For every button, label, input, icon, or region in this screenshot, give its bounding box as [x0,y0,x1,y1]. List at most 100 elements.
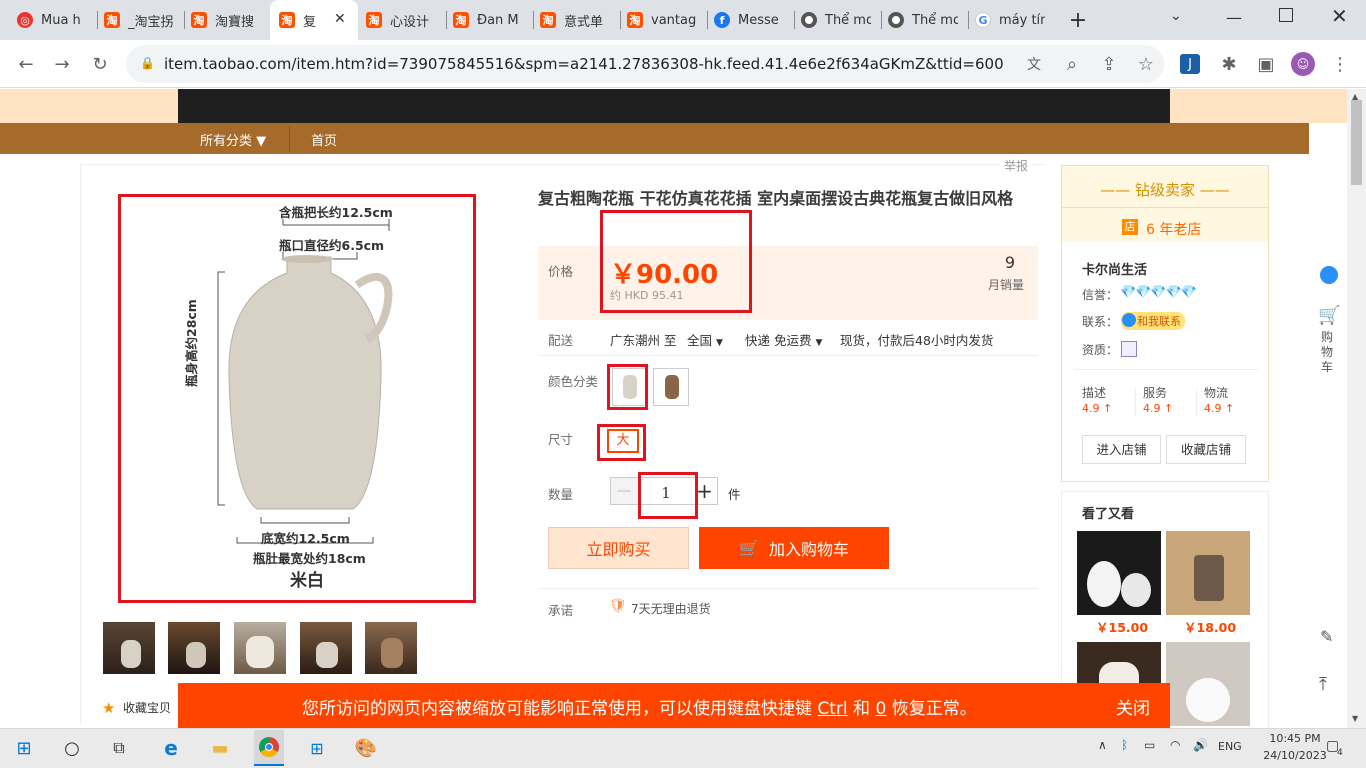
license-icon[interactable] [1121,341,1137,357]
cart-rail-icon[interactable]: 🛒 [1318,305,1340,326]
close-banner-button[interactable]: 关闭 [1116,694,1150,719]
quantity-unit: 件 [728,487,741,502]
edge-icon[interactable]: e [157,736,185,760]
tab[interactable]: 淘心设计 [366,7,436,33]
color-option-brown[interactable] [653,368,689,406]
tab[interactable]: 淘意式单 [540,7,610,33]
buy-now-button[interactable]: 立即购买 [548,527,689,569]
tab[interactable]: 淘淘寶搜 [191,7,261,33]
rating-name: 服务 [1143,386,1168,400]
feedback-icon[interactable]: ✎ [1320,627,1333,646]
cart-rail-label[interactable]: 购 物 车 [1321,330,1335,375]
recommend-item-1[interactable] [1077,531,1161,615]
favorite-link[interactable]: 收藏宝贝 [123,699,171,716]
enter-shop-button[interactable]: 进入店铺 [1082,435,1161,464]
chat-icon[interactable] [1320,266,1338,284]
menu-icon[interactable]: ⋮ [1328,52,1352,76]
tab[interactable]: Gmáy tín [975,7,1045,33]
profile-avatar[interactable]: ☺ [1291,52,1315,76]
facebook-icon: f [714,12,730,28]
thumbnail[interactable] [234,622,286,674]
back-to-top-icon[interactable]: ⤒ [1319,674,1327,695]
sidepanel-icon[interactable]: ▣ [1254,52,1278,76]
tab[interactable]: f Messe [714,7,784,33]
bookmark-star-icon[interactable]: ☆ [1134,52,1158,76]
tab[interactable]: 淘 Đan M [453,7,523,33]
main-product-image[interactable]: 含瓶把长约12.5cm 瓶口直径约6.5cm 瓶身高约28cm 底宽约12.5c… [121,197,473,600]
contact-button[interactable]: 和我联系 [1121,312,1185,330]
task-view-icon[interactable]: ⧉ [105,736,133,760]
volume-icon[interactable]: 🔊 [1193,738,1208,752]
shipping-select[interactable]: 快递 免运费 ▼ [745,330,822,349]
tab-label: _淘宝拐 [128,14,174,30]
back-icon[interactable]: ← [14,52,38,76]
muahang-icon: ◎ [17,12,33,28]
star-icon[interactable]: ★ [102,699,115,717]
favorite-shop-button[interactable]: 收藏店铺 [1166,435,1246,464]
restore-icon[interactable] [1279,8,1293,22]
reload-icon[interactable]: ↻ [88,52,112,76]
tray-chevron-icon[interactable]: ∧ [1098,738,1107,752]
url-text[interactable]: item.taobao.com/item.htm?id=739075845516… [164,55,1004,73]
minimize-icon[interactable]: — [1226,8,1242,27]
lock-icon[interactable]: 🔒 [140,56,155,70]
report-link[interactable]: 举报 [1000,157,1033,174]
forward-icon[interactable]: → [50,52,74,76]
bluetooth-icon[interactable]: ᛒ [1121,738,1128,752]
tab-separator [533,11,534,29]
language-indicator[interactable]: ENG [1218,740,1242,753]
scroll-down-icon[interactable]: ▼ [1352,714,1358,723]
scrollbar-thumb[interactable] [1351,100,1362,185]
thumbnail[interactable] [103,622,155,674]
tab[interactable]: Thể mo [801,7,871,33]
search-icon[interactable]: ○ [58,736,86,760]
battery-icon[interactable]: ▭ [1144,738,1155,752]
rating-score: 4.9 ↑ [1204,402,1235,415]
clock-date[interactable]: 24/10/2023 [1262,749,1328,762]
clock-time[interactable]: 10:45 PM [1266,732,1324,745]
rating-name: 描述 [1082,386,1107,400]
thumbnail[interactable] [300,622,352,674]
thumb-vase [316,642,338,668]
close-window-icon[interactable]: ✕ [1331,4,1348,28]
dim-base-text: 底宽约12.5cm [261,531,350,546]
tab[interactable]: ◎ Mua h [17,7,87,33]
recommend-item-4[interactable] [1166,642,1250,726]
divider [540,355,1038,356]
tab[interactable]: Thể mo [888,7,958,33]
tab-label: 心设计 [390,14,430,30]
recommend-item-2[interactable] [1166,531,1250,615]
rating-divider [1135,388,1136,416]
warning-text-c: 恢复正常。 [886,699,977,719]
share-icon[interactable]: ⇪ [1097,52,1121,76]
puzzle-icon[interactable]: ✱ [1217,52,1241,76]
all-categories-link[interactable]: 所有分类 ▼ [200,130,266,149]
divider [540,588,1038,589]
new-tab-icon[interactable]: + [1064,6,1092,34]
close-tab-icon[interactable]: ✕ [334,11,346,27]
scroll-up-icon[interactable]: ▲ [1352,92,1358,101]
delivery-to-select[interactable]: 全国 ▼ [687,330,723,349]
paint-icon[interactable]: 🎨 [352,736,380,760]
tab-separator [620,11,621,29]
chrome-taskbar-icon[interactable] [254,730,284,766]
tab-label: 意式单 [564,14,604,30]
minus-button[interactable]: — [611,478,637,504]
promise-text[interactable]: 7天无理由退货 [631,600,711,617]
store-icon[interactable]: ⊞ [303,736,331,760]
tab[interactable]: 淘 _淘宝拐 [104,7,174,33]
translate-icon[interactable]: 文 [1022,52,1046,76]
home-link[interactable]: 首页 [311,130,337,149]
add-to-cart-button[interactable]: 🛒 加入购物车 [699,527,889,569]
thumbnail[interactable] [168,622,220,674]
tab-search-icon[interactable]: ⌄ [1170,8,1182,24]
file-explorer-icon[interactable]: ▬ [206,736,234,760]
rating-divider [1196,388,1197,416]
extension-icon[interactable]: J [1180,54,1200,74]
wifi-icon[interactable]: ◠ [1170,738,1180,752]
zoom-icon[interactable]: ⌕ [1060,52,1084,76]
windows-start-icon[interactable]: ⊞ [10,736,38,760]
tab[interactable]: 淘 vantag [627,7,697,33]
shop-name[interactable]: 卡尔尚生活 [1082,259,1147,278]
thumbnail[interactable] [365,622,417,674]
